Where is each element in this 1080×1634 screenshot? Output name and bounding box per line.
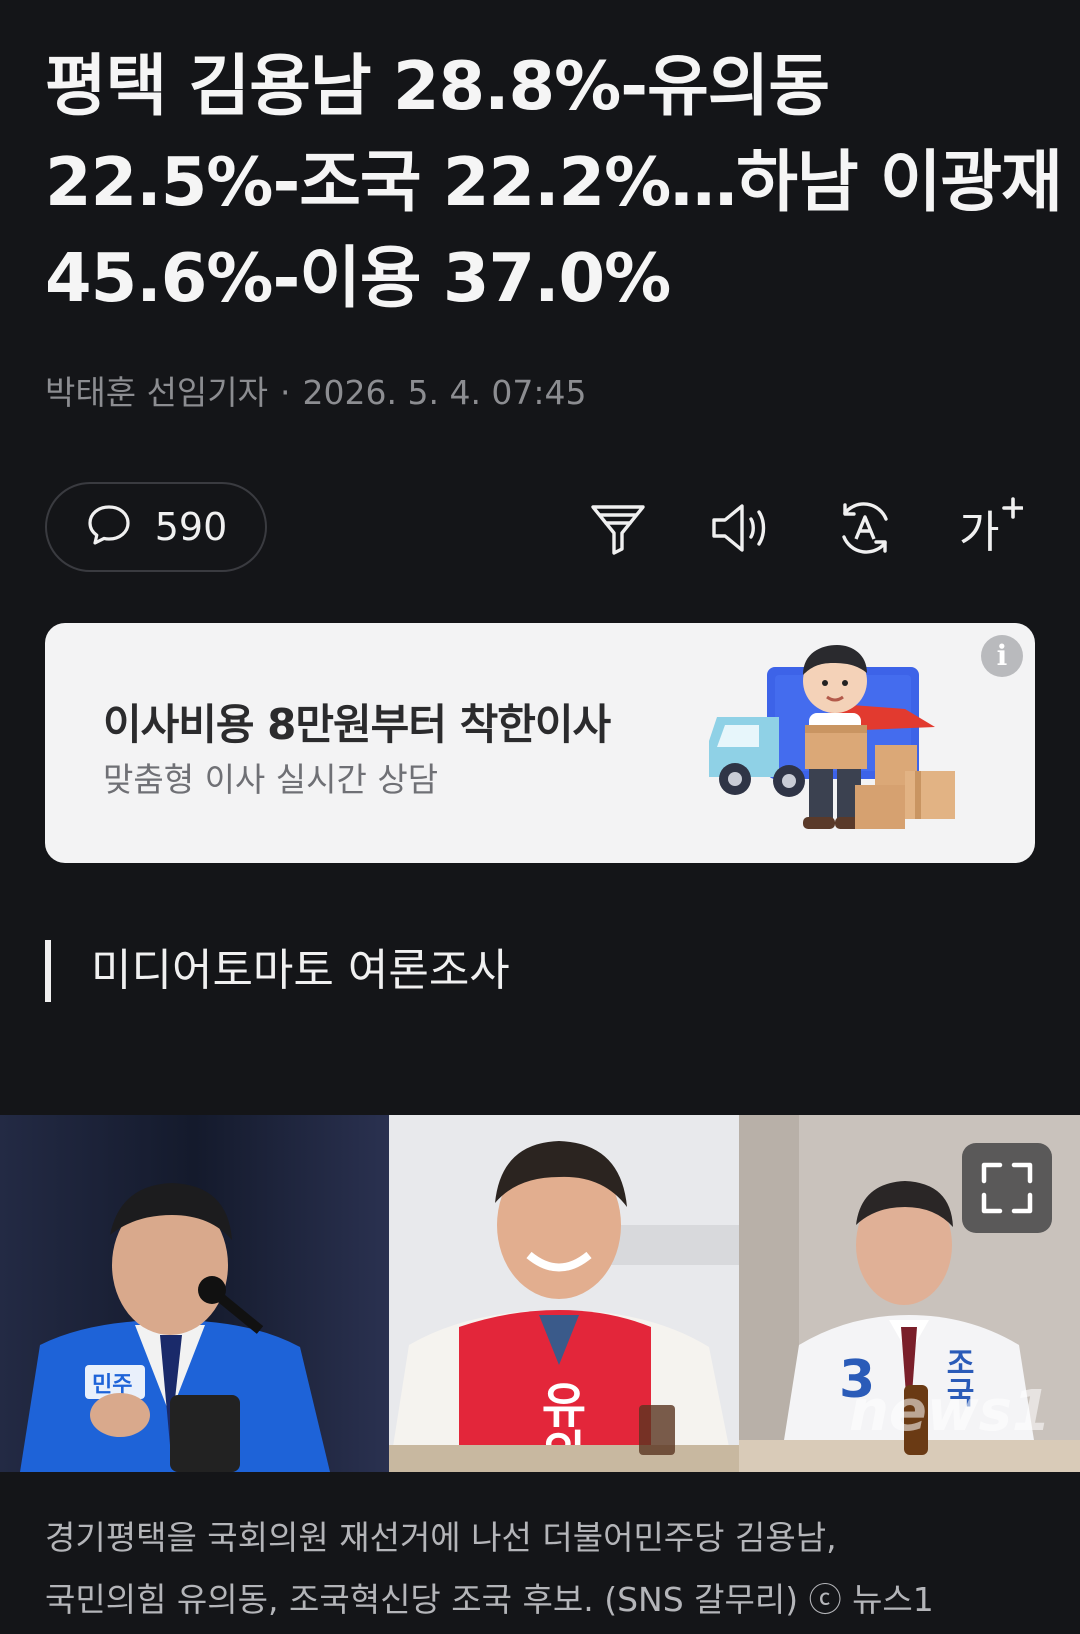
comment-icon <box>85 501 133 553</box>
photo-caption: 경기평택을 국회의원 재선거에 나선 더불어민주당 김용남, 국민의힘 유의동,… <box>45 1507 1045 1631</box>
byline-separator: · <box>280 373 291 412</box>
ad-subtitle: 맞춤형 이사 실시간 상담 <box>103 760 439 799</box>
comment-count: 590 <box>154 505 228 549</box>
info-icon[interactable]: i <box>981 635 1023 677</box>
filter-icon[interactable] <box>585 495 651 561</box>
expand-photo-button[interactable] <box>962 1143 1052 1233</box>
photo-panel-yoo: 유의동 <box>389 1115 739 1472</box>
caption-line-2: 국민의힘 유의동, 조국혁신당 조국 후보. (SNS 갈무리) ⓒ 뉴스1 <box>45 1580 934 1619</box>
fullscreen-icon <box>981 1162 1033 1214</box>
font-size-icon[interactable]: 가 <box>957 495 1024 561</box>
caption-line-1: 경기평택을 국회의원 재선거에 나선 더불어민주당 김용남, <box>45 1518 837 1557</box>
font-size-label: 가 <box>959 507 999 558</box>
article-photo: 민주 유의동 3 조국 news1 <box>0 1115 1080 1472</box>
moving-illustration <box>709 645 955 829</box>
translate-icon[interactable] <box>832 495 898 561</box>
byline: 박태훈 선임기자 · 2026. 5. 4. 07:45 <box>45 366 587 414</box>
comments-button[interactable]: 590 <box>45 482 267 572</box>
author-name[interactable]: 박태훈 선임기자 <box>45 373 268 412</box>
headline-line-3: 45.6%-이용 37.0% <box>45 239 671 317</box>
section-heading: 미디어토마토 여론조사 <box>45 940 510 1002</box>
ad-title: 이사비용 8만원부터 착한이사 <box>103 700 611 749</box>
publish-datetime: 2026. 5. 4. 07:45 <box>302 373 587 412</box>
article-headline: 평택 김용남 28.8%-유의동 22.5%-조국 22.2%…하남 이광재 4… <box>45 38 1063 326</box>
news1-watermark: news1 <box>849 1379 1051 1444</box>
ad-banner[interactable]: 이사비용 8만원부터 착한이사 맞춤형 이사 실시간 상담 i <box>45 623 1035 863</box>
speaker-icon[interactable] <box>708 495 774 561</box>
headline-line-1: 평택 김용남 28.8%-유의동 <box>45 47 830 125</box>
photo-panel-kim: 민주 <box>0 1115 389 1472</box>
headline-line-2: 22.5%-조국 22.2%…하남 이광재 <box>45 143 1063 221</box>
